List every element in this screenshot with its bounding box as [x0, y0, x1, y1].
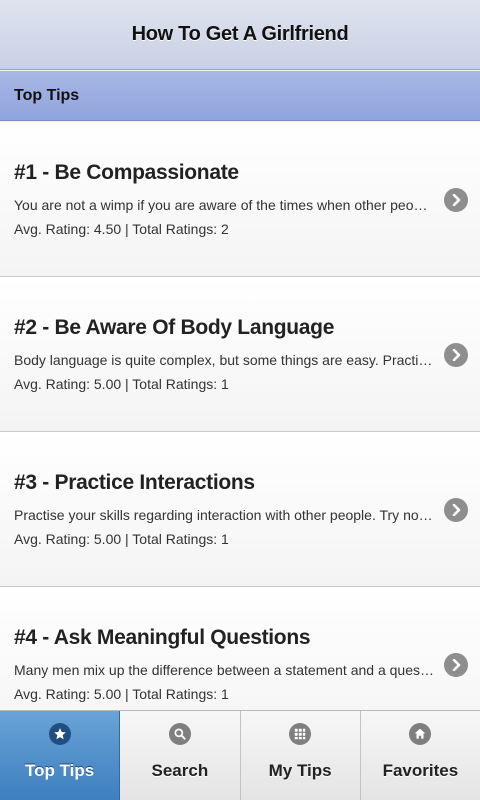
section-title: Top Tips	[14, 86, 80, 104]
search-icon	[168, 723, 191, 745]
tips-list: #1 - Be Compassionate You are not a wimp…	[0, 122, 480, 710]
tip-description: Many men mix up the difference between a…	[14, 662, 434, 678]
tab-my-tips[interactable]: My Tips	[240, 711, 361, 800]
page-title: How To Get A Girlfriend	[131, 23, 349, 45]
chevron-right-icon	[444, 498, 468, 522]
chevron-right-icon	[444, 343, 468, 367]
tip-item-4[interactable]: #4 - Ask Meaningful Questions Many men m…	[0, 587, 480, 710]
tip-rating: Avg. Rating: 5.00 | Total Ratings: 1	[14, 376, 229, 392]
tip-description: Practise your skills regarding interacti…	[14, 507, 434, 523]
tip-item-2[interactable]: #2 - Be Aware Of Body Language Body lang…	[0, 277, 480, 432]
tab-top-tips[interactable]: Top Tips	[0, 711, 121, 800]
tip-item-1[interactable]: #1 - Be Compassionate You are not a wimp…	[0, 122, 480, 277]
home-icon	[409, 723, 432, 745]
app-header: How To Get A Girlfriend	[0, 0, 480, 70]
tip-rating: Avg. Rating: 5.00 | Total Ratings: 1	[14, 686, 229, 702]
chevron-right-icon	[444, 653, 468, 677]
tab-label: Favorites	[382, 761, 459, 780]
grid-icon	[289, 723, 312, 745]
tip-title: #2 - Be Aware Of Body Language	[14, 316, 335, 339]
tab-label: My Tips	[268, 761, 332, 780]
tip-rating: Avg. Rating: 4.50 | Total Ratings: 2	[14, 221, 229, 237]
tab-label: Search	[151, 761, 209, 780]
star-icon	[48, 723, 71, 745]
tip-title: #3 - Practice Interactions	[14, 471, 255, 494]
tab-label: Top Tips	[24, 761, 95, 780]
tip-item-3[interactable]: #3 - Practice Interactions Practise your…	[0, 432, 480, 587]
section-header: Top Tips	[0, 71, 480, 121]
tip-title: #1 - Be Compassionate	[14, 161, 239, 184]
tip-title: #4 - Ask Meaningful Questions	[14, 626, 311, 649]
tip-rating: Avg. Rating: 5.00 | Total Ratings: 1	[14, 531, 229, 547]
chevron-right-icon	[444, 188, 468, 212]
tab-favorites[interactable]: Favorites	[360, 711, 480, 800]
tip-description: Body language is quite complex, but some…	[14, 352, 434, 368]
tab-search[interactable]: Search	[120, 711, 241, 800]
bottom-tab-bar: Top Tips Search My Tips Favorites	[0, 710, 480, 800]
tip-description: You are not a wimp if you are aware of t…	[14, 197, 434, 213]
